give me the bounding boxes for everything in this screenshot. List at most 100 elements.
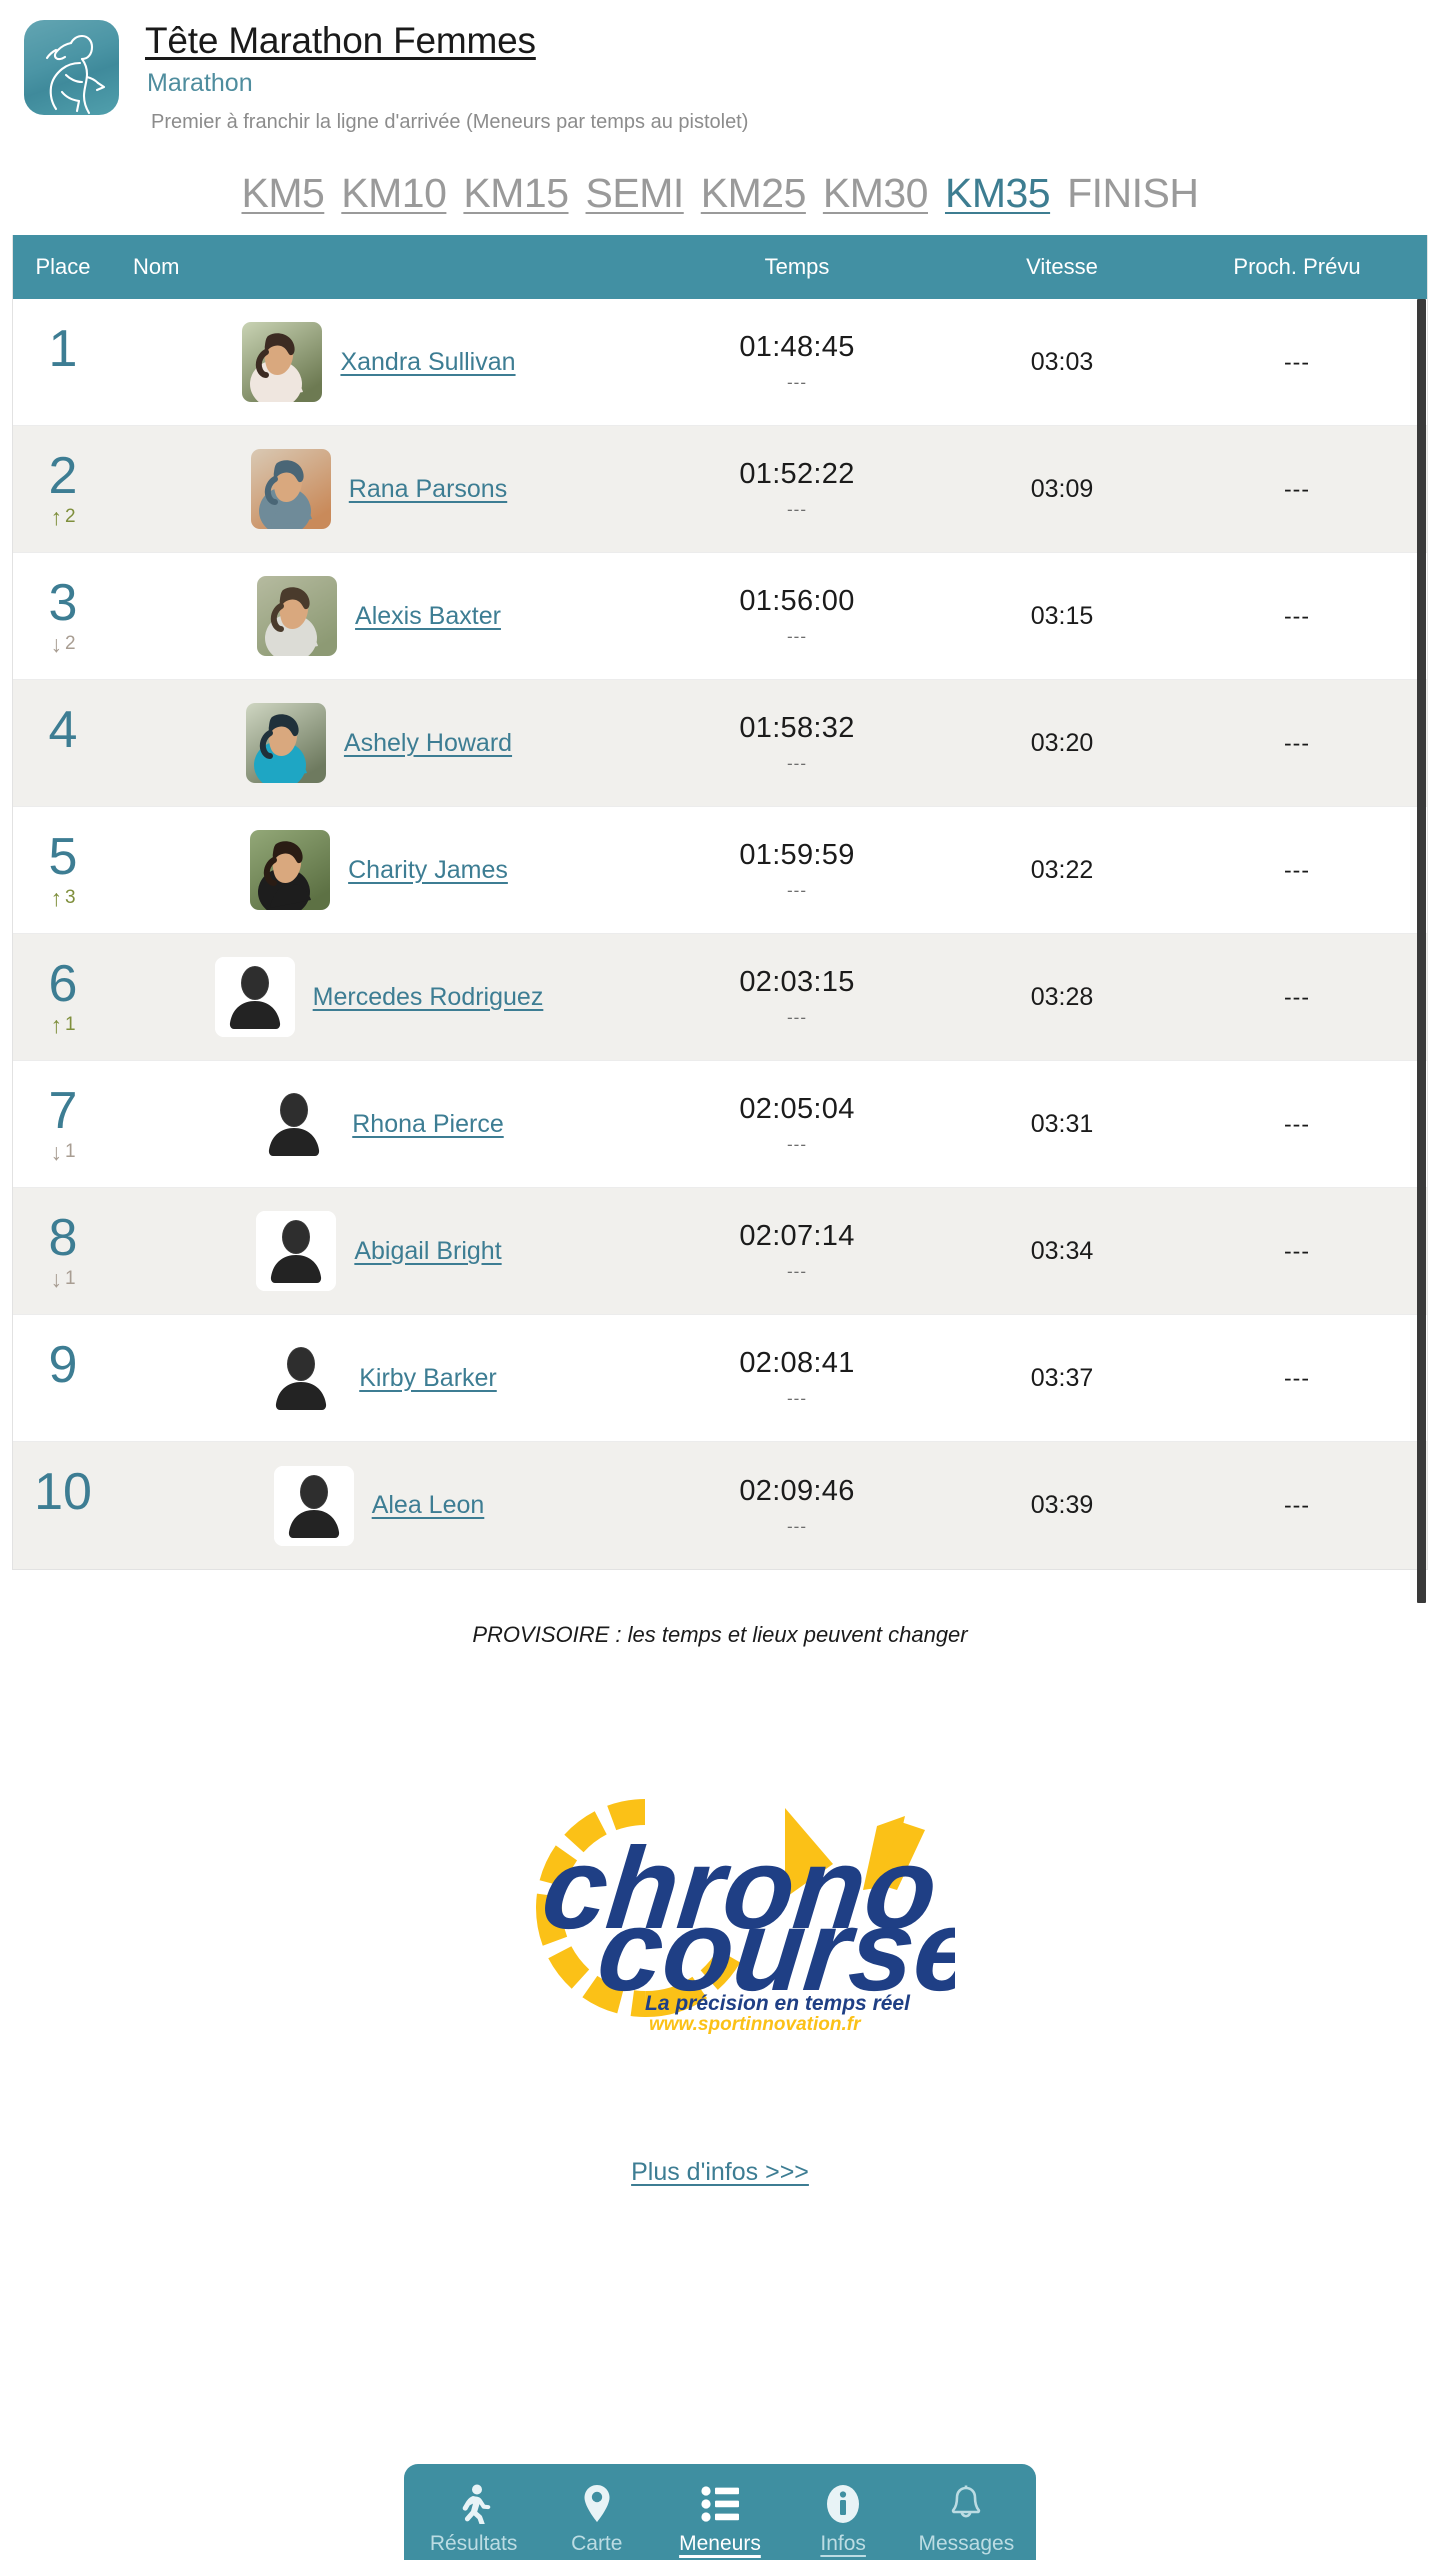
- split-tabs[interactable]: KM5 KM10 KM15 SEMI KM25 KM30 KM35 FINISH: [0, 170, 1440, 223]
- time-cell: 02:09:46 ---: [637, 1442, 957, 1569]
- rank-change-down-indicator: ↓ 2: [50, 632, 75, 655]
- next-expected-cell: ---: [1167, 1061, 1427, 1187]
- page-title: Tête Marathon Femmes: [145, 20, 536, 61]
- name-cell: Alea Leon: [113, 1442, 637, 1569]
- rank-change-value: 3: [64, 887, 76, 909]
- avatar: [273, 1465, 354, 1546]
- nav-item-messages[interactable]: Messages: [911, 2482, 1021, 2555]
- table-row[interactable]: 1↑ Xandra Sullivan 01:48:45 --- 03:03 ---: [13, 299, 1427, 427]
- app-page: Tête Marathon Femmes Marathon Premier à …: [0, 0, 1440, 2560]
- rank-change-value: 1: [64, 1014, 76, 1036]
- avatar: [242, 322, 323, 403]
- table-row[interactable]: 10↑ Alea Leon 02:09:46 --- 03:39 ---: [13, 1442, 1427, 1570]
- table-row[interactable]: 6 ↑ 1 Mercedes Rodriguez 02:03:15 --- 03:28 ---: [13, 934, 1427, 1062]
- place-number: 3: [48, 573, 78, 632]
- arrow-up-icon: ↑: [50, 503, 62, 530]
- info-icon: [826, 2482, 860, 2526]
- speed-value: 03:03: [1030, 347, 1094, 376]
- next-expected-cell: ---: [1167, 299, 1427, 425]
- nav-item-meneurs[interactable]: Meneurs: [665, 2482, 775, 2555]
- nav-item-infos[interactable]: Infos: [788, 2482, 898, 2555]
- next-expected-value: ---: [1284, 856, 1310, 883]
- race-type: Marathon: [147, 69, 253, 98]
- next-expected-value: ---: [1284, 1364, 1310, 1391]
- split-tab-km10[interactable]: KM10: [341, 170, 447, 217]
- table-row[interactable]: 7 ↓ 1 Rhona Pierce 02:05:04 --- 03:31 ---: [13, 1061, 1427, 1189]
- name-cell: Xandra Sullivan: [113, 299, 637, 425]
- next-expected-value: ---: [1284, 983, 1310, 1010]
- runner-name-link[interactable]: Xandra Sullivan: [340, 348, 515, 377]
- table-row[interactable]: 2 ↑ 2 Rana Parsons 01:52:22 --- 03:09 ---: [13, 426, 1427, 554]
- runner-name-link[interactable]: Rana Parsons: [349, 475, 507, 504]
- avatar: [254, 1084, 335, 1165]
- speed-value: 03:31: [1030, 1109, 1094, 1138]
- speed-cell: 03:31: [957, 1061, 1167, 1187]
- rank-change-down-indicator: ↓ 1: [50, 1140, 75, 1163]
- column-header-speed: Vitesse: [1026, 254, 1098, 280]
- runner-name-link[interactable]: Alexis Baxter: [355, 602, 501, 631]
- speed-cell: 03:39: [957, 1442, 1167, 1569]
- time-gap-value: ---: [787, 1389, 807, 1409]
- table-row[interactable]: 9↑ Kirby Barker 02:08:41 --- 03:37 ---: [13, 1315, 1427, 1443]
- map-pin-icon: [582, 2482, 612, 2526]
- time-value: 01:58:32: [739, 712, 855, 745]
- split-tab-km5[interactable]: KM5: [241, 170, 324, 217]
- time-value: 01:48:45: [739, 331, 855, 364]
- place-number: 10: [34, 1463, 92, 1522]
- arrow-up-icon: ↑: [50, 884, 62, 911]
- table-row[interactable]: 3 ↓ 2 Alexis Baxter 01:56:00 --- 03:15 ---: [13, 553, 1427, 681]
- next-expected-cell: ---: [1167, 680, 1427, 806]
- speed-value: 03:09: [1030, 474, 1094, 503]
- speed-value: 03:15: [1030, 601, 1094, 630]
- time-value: 01:52:22: [739, 458, 855, 491]
- name-cell: Abigail Bright: [113, 1188, 637, 1314]
- time-cell: 02:07:14 ---: [637, 1188, 957, 1314]
- rank-change-up-indicator: ↑ 1: [50, 1011, 76, 1038]
- time-cell: 02:08:41 ---: [637, 1315, 957, 1441]
- avatar: [214, 957, 295, 1038]
- time-gap-value: ---: [787, 373, 807, 393]
- split-tab-km25[interactable]: KM25: [701, 170, 807, 217]
- list-scrollbar[interactable]: [1417, 299, 1426, 1604]
- name-cell: Rhona Pierce: [113, 1061, 637, 1187]
- runner-name-link[interactable]: Alea Leon: [372, 1491, 485, 1520]
- avatar: [245, 703, 326, 784]
- time-cell: 02:03:15 ---: [637, 934, 957, 1060]
- speed-value: 03:28: [1030, 982, 1094, 1011]
- runner-name-link[interactable]: Mercedes Rodriguez: [313, 983, 544, 1012]
- speed-cell: 03:03: [957, 299, 1167, 425]
- more-info-link[interactable]: Plus d'infos >>>: [631, 2158, 809, 2186]
- avatar: [250, 830, 331, 911]
- split-tab-km30[interactable]: KM30: [823, 170, 929, 217]
- next-expected-cell: ---: [1167, 934, 1427, 1060]
- split-tab-semi[interactable]: SEMI: [586, 170, 685, 217]
- split-tab-km35[interactable]: KM35: [945, 170, 1051, 217]
- runner-name-link[interactable]: Rhona Pierce: [352, 1110, 503, 1139]
- split-tab-km15[interactable]: KM15: [463, 170, 569, 217]
- runner-name-link[interactable]: Ashely Howard: [344, 729, 512, 758]
- avatar: [261, 1338, 342, 1419]
- column-header-time: Temps: [764, 254, 830, 280]
- place-cell: 8 ↓ 1: [13, 1188, 113, 1314]
- table-row[interactable]: 5 ↑ 3 Charity James 01:59:59 --- 03:22 ---: [13, 807, 1427, 935]
- rank-change-value: 2: [64, 506, 76, 528]
- runner-name-link[interactable]: Kirby Barker: [359, 1364, 497, 1393]
- next-expected-value: ---: [1284, 1492, 1310, 1519]
- speed-value: 03:20: [1030, 728, 1094, 757]
- woman-runner-icon: [24, 20, 119, 115]
- place-cell: 7 ↓ 1: [13, 1061, 113, 1187]
- provisional-notice: PROVISOIRE : les temps et lieux peuvent …: [472, 1622, 968, 1648]
- table-row[interactable]: 4↑ Ashely Howard 01:58:32 --- 03:20 ---: [13, 680, 1427, 808]
- arrow-up-icon: ↑: [50, 1011, 62, 1038]
- next-expected-cell: ---: [1167, 807, 1427, 933]
- split-tab-finish[interactable]: FINISH: [1067, 170, 1199, 217]
- table-row[interactable]: 8 ↓ 1 Abigail Bright 02:07:14 --- 03:34 ---: [13, 1188, 1427, 1316]
- bottom-nav[interactable]: Résultats Carte Meneurs Infos Messages: [404, 2464, 1036, 2560]
- runner-name-link[interactable]: Abigail Bright: [354, 1237, 501, 1266]
- runner-name-link[interactable]: Charity James: [348, 856, 508, 885]
- nav-item-carte[interactable]: Carte: [542, 2482, 652, 2555]
- rank-change-up-indicator: ↑ 3: [50, 884, 76, 911]
- time-value: 02:09:46: [739, 1474, 855, 1507]
- time-cell: 01:58:32 ---: [637, 680, 957, 806]
- nav-item-rsultats[interactable]: Résultats: [419, 2482, 529, 2555]
